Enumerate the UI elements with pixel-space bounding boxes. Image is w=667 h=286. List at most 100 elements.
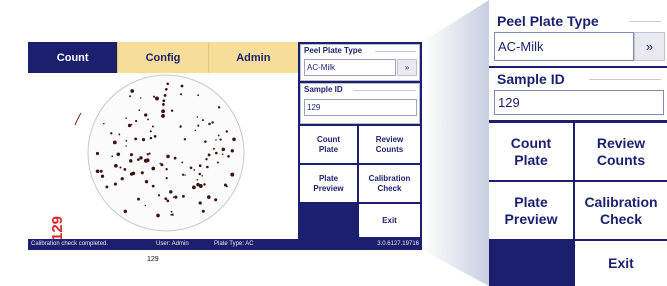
zoom-exit-button[interactable]: Exit [575,241,667,286]
colony-dot [180,93,183,96]
colony-dot [173,156,177,160]
colony-dot [123,168,127,171]
colony-dot [201,209,205,213]
colony-dot [155,96,159,101]
side-panel: Peel Plate Type AC-Milk » Sample ID 129 … [298,42,422,239]
status-plate-type: Plate Type: AC [214,241,254,247]
zoom-exit-label: Exit [608,255,634,272]
plate-number-vertical: 129 [49,215,66,241]
colony-dot [174,195,178,199]
colony-dot [147,118,149,121]
sample-id-input[interactable]: 129 [304,99,417,116]
colony-dot [159,162,161,165]
plate-edge-mark [74,112,82,126]
zoom-sample-id-group: Sample ID 129 [489,68,667,120]
colony-dot [170,109,174,112]
exit-button[interactable]: Exit [359,204,420,237]
colony-dot [162,99,166,103]
colony-dot [197,94,199,97]
zoom-plate-type-field[interactable]: AC-Milk [494,32,634,61]
colony-dot [123,209,128,214]
plate-type-next-button[interactable]: » [397,59,417,76]
colony-dot [125,145,127,147]
zoom-plate-type-title: Peel Plate Type [497,13,602,29]
zoom-count-plate-button[interactable]: Count Plate [489,123,573,180]
zoom-calibration-check-button[interactable]: Calibration Check [575,182,667,239]
plate-image-area: 129 129 [28,73,298,263]
colony-dot [221,153,224,156]
plate-preview-button[interactable]: Plate Preview [300,165,357,202]
zoom-review-counts-label: Review Counts [596,134,646,168]
status-message: Calibration check completed. [31,241,109,247]
tab-bar: Count Config Admin [28,42,298,73]
colony-dot [203,183,206,186]
colony-dot [166,154,170,159]
colony-dot [141,137,146,142]
colony-dot [140,97,142,99]
calibration-check-button[interactable]: Calibration Check [359,165,420,202]
count-plate-button[interactable]: Count Plate [300,126,357,163]
colony-dot [184,174,186,176]
colony-dot [172,196,175,199]
plate-image [74,74,245,232]
zoom-plate-type-group: Peel Plate Type AC-Milk » [489,0,667,66]
colony-dot [95,169,100,174]
zoom-count-plate-label: Count Plate [510,134,552,168]
colony-dot [116,152,121,157]
colony-dot [207,153,211,157]
colony-dot [223,148,226,151]
colony-dot [225,130,229,133]
colony-dot [189,166,193,170]
zoom-calibration-check-label: Calibration Check [584,193,658,227]
colony-dot [151,125,154,128]
colony-dot [208,122,211,126]
colony-dot [198,172,202,176]
zoom-plate-type-next-button[interactable]: » [634,32,665,61]
zoom-sample-id-input[interactable]: 129 [494,90,664,115]
colony-dot [171,213,174,216]
colony-dot [215,151,218,155]
colony-dot [232,137,236,142]
colony-dot [183,138,187,141]
colony-dot [110,132,113,135]
colony-dot [196,116,199,118]
zoom-sample-id-title: Sample ID [497,71,568,87]
colony-dot [201,174,204,177]
colony-dot [151,184,155,188]
colony-dot [198,164,202,168]
plate-number-label: 129 [147,256,159,263]
colony-dot [197,124,200,127]
colony-dot [211,121,214,124]
colony-dot [149,130,152,133]
tab-admin[interactable]: Admin [207,42,298,73]
colony-dot [230,149,234,153]
colony-dot [217,106,221,109]
review-counts-button[interactable]: Review Counts [359,126,420,163]
zoom-plate-preview-button[interactable]: Plate Preview [489,182,573,239]
plate-type-group: Peel Plate Type AC-Milk » [300,44,420,81]
colony-dot [225,185,228,188]
colony-dot [181,194,185,198]
colony-dot [170,210,173,213]
colony-dot [111,155,114,158]
sample-id-title: Sample ID [304,85,345,94]
tab-config[interactable]: Config [117,42,208,73]
colony-dot [120,177,124,181]
colony-dot [140,171,144,175]
plate-preview-label: Plate Preview [313,174,344,193]
colony-dot [137,197,140,201]
colony-dot [194,129,197,132]
exit-label: Exit [382,215,397,225]
status-version: 3.0.6127.19716 [377,241,419,247]
colony-dot [214,198,218,202]
colony-dot [206,165,209,169]
tab-count[interactable]: Count [28,42,118,73]
colony-dot [118,133,121,136]
colony-dot [146,153,149,156]
colony-dot [227,155,230,158]
plate-type-field[interactable]: AC-Milk [304,59,396,76]
colony-dot [129,153,134,157]
zoom-review-counts-button[interactable]: Review Counts [575,123,667,180]
colony-dot [193,169,196,171]
colony-dot [138,109,141,112]
